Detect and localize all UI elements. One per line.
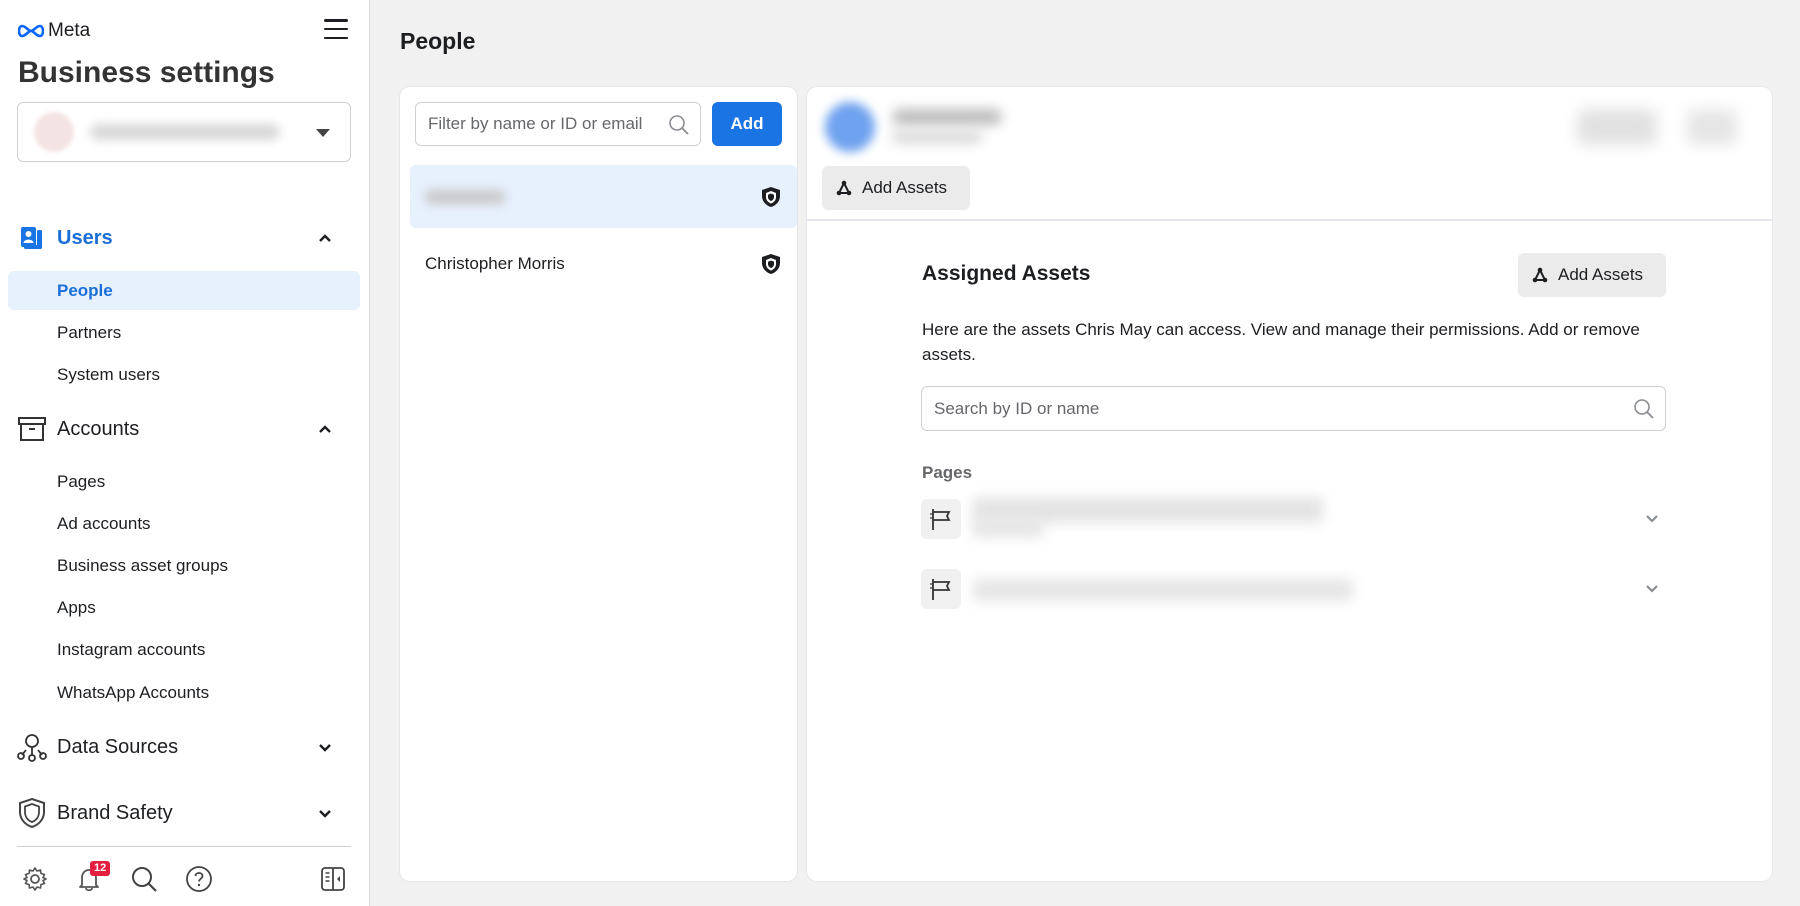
person-detail-panel: Add Assets Assigned Assets Add Assets He… — [807, 87, 1772, 881]
page-heading: Business settings — [18, 56, 275, 89]
add-assets-label: Add Assets — [862, 178, 948, 197]
person-avatar — [825, 102, 875, 152]
add-person-button[interactable]: Add — [712, 102, 782, 146]
person-row[interactable] — [410, 165, 797, 228]
people-filter-field[interactable] — [415, 102, 701, 146]
sidebar-item-whatsapp-accounts[interactable]: WhatsApp Accounts — [8, 673, 360, 712]
business-avatar — [34, 112, 74, 152]
assigned-assets-title: Assigned Assets — [922, 262, 1091, 285]
sidebar-item-people[interactable]: People — [8, 271, 360, 310]
sidebar-section-users[interactable]: Users — [0, 218, 370, 258]
sidebar-section-brand-safety[interactable]: Brand Safety — [0, 793, 370, 833]
person-name: Christopher Morris — [425, 253, 565, 273]
flag-icon — [921, 569, 961, 609]
sidebar-item-pages[interactable]: Pages — [8, 462, 360, 501]
sidebar-item-partners[interactable]: Partners — [8, 313, 360, 352]
chevron-up-icon — [319, 234, 331, 242]
sidebar-item-apps[interactable]: Apps — [8, 588, 360, 627]
person-name-redacted — [892, 109, 1002, 125]
flag-icon — [921, 499, 961, 539]
page-title: People — [400, 28, 476, 54]
sidebar-section-label: Data Sources — [57, 735, 179, 758]
admin-shield-icon — [762, 254, 780, 274]
asset-search-field[interactable] — [921, 386, 1666, 431]
assets-icon — [836, 180, 852, 196]
sidebar-item-ad-accounts[interactable]: Ad accounts — [8, 504, 360, 543]
sidebar-section-label: Brand Safety — [57, 801, 173, 824]
person-row[interactable]: Christopher Morris — [410, 232, 797, 295]
sidebar-divider — [17, 846, 351, 847]
settings-icon[interactable] — [20, 864, 50, 894]
chevron-down-icon — [319, 744, 331, 752]
people-filter-input[interactable] — [428, 114, 658, 134]
header-action-button-redacted[interactable] — [1577, 109, 1657, 145]
sidebar: Meta Business settings Users People Part… — [0, 0, 370, 906]
sidebar-item-business-asset-groups[interactable]: Business asset groups — [8, 546, 360, 585]
sidebar-section-label: Accounts — [57, 417, 140, 440]
sidebar-section-data-sources[interactable]: Data Sources — [0, 727, 370, 767]
asset-row-page[interactable] — [921, 567, 1666, 611]
asset-name-redacted — [973, 579, 1353, 601]
business-name-redacted — [90, 124, 280, 140]
meta-infinity-icon — [18, 24, 44, 38]
sidebar-item-instagram-accounts[interactable]: Instagram accounts — [8, 630, 360, 669]
person-detail-header: Add Assets — [807, 87, 1772, 221]
header-more-button-redacted[interactable] — [1687, 109, 1737, 145]
help-icon[interactable] — [184, 864, 214, 894]
search-icon — [669, 115, 689, 135]
caret-down-icon — [316, 129, 330, 137]
business-account-selector[interactable] — [17, 102, 351, 162]
chevron-down-icon[interactable] — [1644, 513, 1660, 525]
data-sources-icon — [17, 732, 47, 762]
chevron-down-icon — [319, 810, 331, 818]
chevron-down-icon[interactable] — [1644, 583, 1660, 595]
chevron-up-icon — [319, 425, 331, 433]
users-icon — [17, 223, 47, 253]
assigned-assets-description: Here are the assets Chris May can access… — [922, 320, 1640, 364]
add-assets-button[interactable]: Add Assets — [1518, 253, 1666, 297]
search-icon — [1634, 399, 1654, 419]
header-add-assets-button[interactable]: Add Assets — [822, 166, 970, 210]
person-name-redacted — [425, 189, 505, 204]
meta-logo[interactable]: Meta — [18, 20, 90, 42]
people-list-panel: Add Christopher Morris — [400, 87, 797, 881]
asset-id-redacted — [973, 519, 1043, 537]
sidebar-item-system-users[interactable]: System users — [8, 355, 360, 394]
archive-box-icon — [17, 414, 47, 444]
meta-brand-text: Meta — [48, 20, 91, 41]
notification-badge: 12 — [90, 861, 111, 876]
collapse-sidebar-icon[interactable] — [318, 864, 348, 894]
search-icon[interactable] — [129, 864, 159, 894]
asset-search-input[interactable] — [934, 398, 1614, 419]
pages-section-label: Pages — [922, 463, 973, 482]
notifications-icon[interactable]: 12 — [74, 861, 111, 894]
sidebar-section-label: Users — [57, 226, 113, 249]
menu-icon[interactable] — [322, 16, 350, 42]
assets-icon — [1532, 267, 1548, 283]
asset-row-page[interactable] — [921, 497, 1666, 541]
admin-shield-icon — [762, 187, 780, 207]
sidebar-section-accounts[interactable]: Accounts — [0, 409, 370, 449]
shield-icon — [17, 797, 47, 829]
add-assets-label: Add Assets — [1558, 265, 1644, 284]
person-role-redacted — [892, 131, 982, 143]
